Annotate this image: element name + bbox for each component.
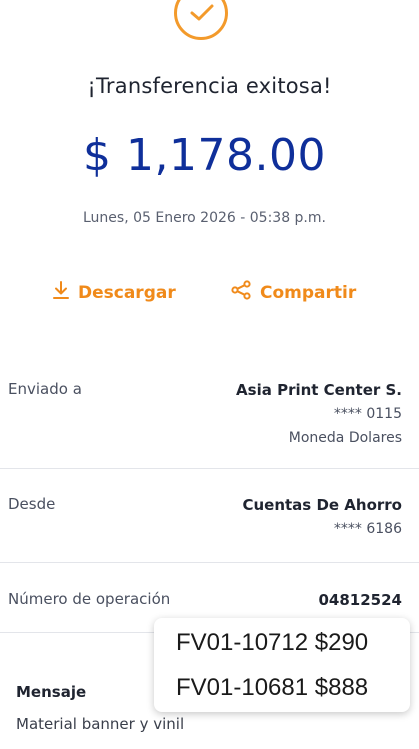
message-label: Mensaje <box>16 683 87 701</box>
message-text: Material banner y vinil <box>16 715 185 733</box>
download-icon <box>52 280 70 305</box>
download-button[interactable]: Descargar <box>52 280 176 305</box>
operation-values: 04812524 <box>319 588 403 612</box>
share-label: Compartir <box>260 282 357 303</box>
source-account-name: Cuentas De Ahorro <box>242 496 402 514</box>
recipient-account: **** 0115 <box>333 406 402 422</box>
sent-to-label: Enviado a <box>8 380 82 398</box>
from-values: Cuentas De Ahorro **** 6186 <box>242 493 402 541</box>
recipient-currency: Moneda Dolares <box>288 430 402 446</box>
share-button[interactable]: Compartir <box>230 280 356 305</box>
operation-label: Número de operación <box>8 590 171 608</box>
divider <box>0 468 419 469</box>
invoice-line: FV01-10681 $888 <box>176 674 369 701</box>
from-label: Desde <box>8 495 56 513</box>
transfer-datetime: Lunes, 05 Enero 2026 - 05:38 p.m. <box>83 210 326 226</box>
transfer-amount: $ 1,178.00 <box>83 130 326 181</box>
success-check-icon <box>174 0 228 40</box>
recipient-name: Asia Print Center S. <box>236 381 402 399</box>
source-account-number: **** 6186 <box>333 521 402 537</box>
divider <box>0 562 419 563</box>
invoice-popup: FV01-10712 $290 FV01-10681 $888 <box>154 618 410 712</box>
success-title: ¡Transferencia exitosa! <box>87 74 332 98</box>
sent-to-values: Asia Print Center S. **** 0115 Moneda Do… <box>236 378 402 450</box>
operation-number: 04812524 <box>318 591 403 609</box>
download-label: Descargar <box>78 282 176 303</box>
invoice-line: FV01-10712 $290 <box>176 629 369 656</box>
share-icon <box>230 280 252 305</box>
